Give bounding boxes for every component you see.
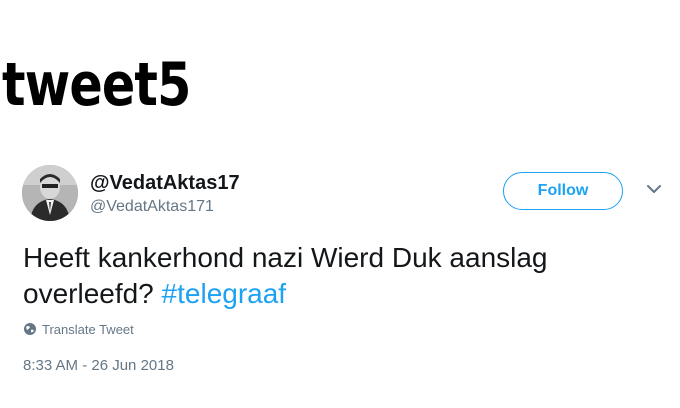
display-name[interactable]: @VedatAktas17 xyxy=(90,172,240,194)
avatar-photo xyxy=(22,165,78,221)
translate-label[interactable]: Translate Tweet xyxy=(42,322,134,337)
user-handle[interactable]: @VedatAktas171 xyxy=(90,198,214,216)
translate-tweet-link[interactable]: Translate Tweet xyxy=(23,321,134,337)
globe-icon xyxy=(24,323,36,335)
tweet-text: Heeft kankerhond nazi Wierd Duk aanslag … xyxy=(23,240,663,312)
page-title: tweet5 xyxy=(2,50,191,120)
avatar[interactable] xyxy=(22,165,78,221)
tweet-timestamp[interactable]: 8:33 AM - 26 Jun 2018 xyxy=(23,357,174,374)
hashtag-link[interactable]: #telegraaf xyxy=(162,278,287,309)
follow-button[interactable]: Follow xyxy=(503,172,623,210)
chevron-down-icon[interactable] xyxy=(644,182,664,196)
